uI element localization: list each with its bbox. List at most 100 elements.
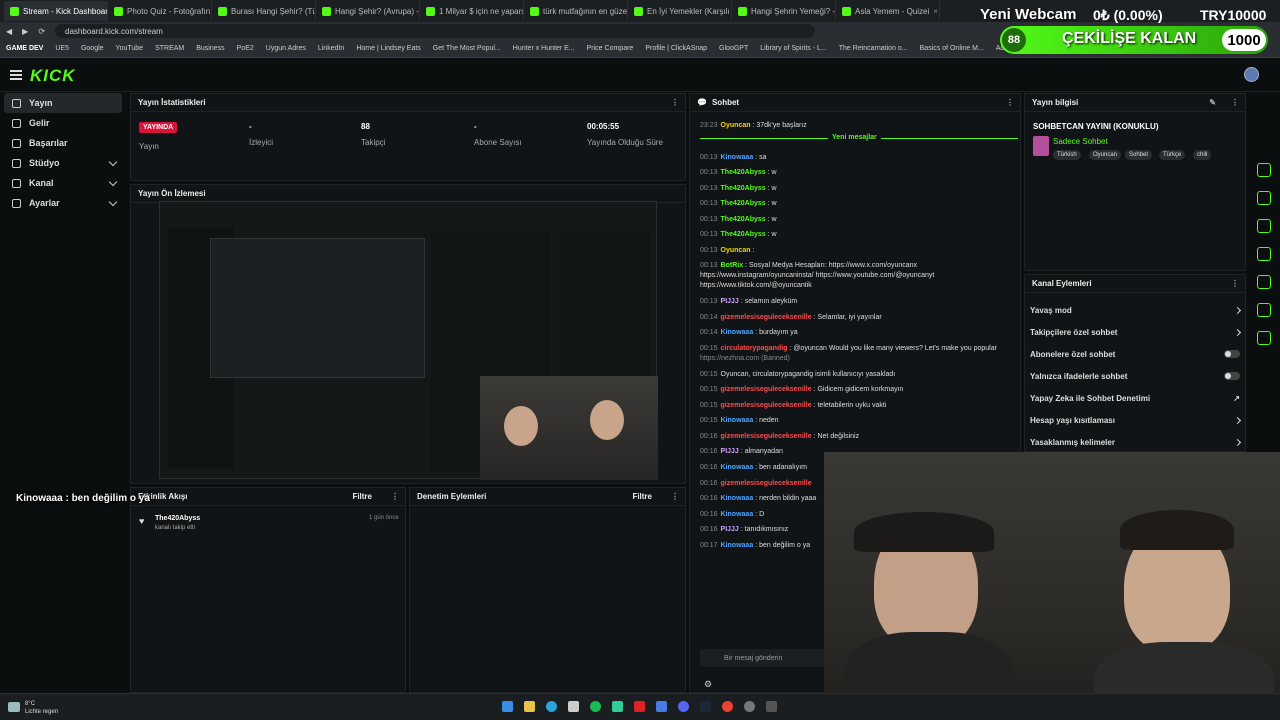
more-icon[interactable]: ⋮: [1006, 98, 1014, 107]
chat-username[interactable]: PIJJJ: [721, 526, 739, 533]
chat-username[interactable]: The420Abyss: [721, 231, 766, 238]
browser-tab[interactable]: türk mutfağının en güzel×: [524, 1, 628, 21]
channel-action-row[interactable]: Yavaş mod: [1030, 301, 1242, 319]
chat-username[interactable]: The420Abyss: [721, 185, 766, 192]
browser-tab[interactable]: Burası Hangi Şehir? (Türk×: [212, 1, 316, 21]
browser-tab[interactable]: Stream - Kick Dashboard×: [4, 1, 108, 21]
bookmark-item[interactable]: GlooGPT: [719, 45, 748, 52]
sidebar-item-yayın[interactable]: Yayın: [4, 93, 122, 113]
sidebar-item-kanal[interactable]: Kanal: [4, 173, 122, 193]
app-icon[interactable]: [634, 701, 645, 712]
tool-icon[interactable]: [1257, 163, 1271, 177]
obs-icon[interactable]: [744, 701, 755, 712]
stream-preview-video[interactable]: [159, 201, 658, 480]
hammer-icon[interactable]: [1257, 331, 1271, 345]
chat-username[interactable]: gizemelesiseguleceksenille: [721, 386, 812, 393]
browser-tab[interactable]: Hangi Şehir? (Avrupa) - Q×: [316, 1, 420, 21]
chat-username[interactable]: Kinowaaa: [721, 464, 754, 471]
filter-button[interactable]: Filtre: [352, 492, 372, 501]
explorer-icon[interactable]: [524, 701, 535, 712]
more-icon[interactable]: ⋮: [671, 492, 679, 501]
chat-username[interactable]: gizemelesiseguleceksenille: [721, 433, 812, 440]
channel-action-row[interactable]: Yapay Zeka ile Sohbet Denetimi ↗: [1030, 389, 1240, 407]
channel-action-row[interactable]: Takipçilere özel sohbet: [1030, 323, 1242, 341]
chat-username[interactable]: Kinowaaa: [721, 495, 754, 502]
bookmark-item[interactable]: PoE2: [237, 45, 254, 52]
reload-icon[interactable]: ⟳: [38, 27, 45, 36]
more-icon[interactable]: ⋮: [1231, 98, 1239, 107]
bookmark-item[interactable]: Uygun Adres: [266, 45, 306, 52]
channel-action-row[interactable]: Hesap yaşı kısıtlaması: [1030, 411, 1242, 429]
menu-icon[interactable]: [10, 70, 22, 80]
chat-username[interactable]: PIJJJ: [721, 448, 739, 455]
chat-username[interactable]: BotRix: [721, 262, 744, 269]
bookmark-item[interactable]: UE5: [55, 45, 69, 52]
browser-tab[interactable]: Asla Yemem - Quizei ×: [836, 1, 940, 21]
chat-username[interactable]: Oyuncan: [721, 122, 751, 129]
steam-icon[interactable]: [700, 701, 711, 712]
bookmark-item[interactable]: Get The Most Popul...: [433, 45, 501, 52]
close-icon[interactable]: ×: [933, 7, 938, 16]
bookmark-item[interactable]: Home | Lindsey Eats: [356, 45, 420, 52]
filter-button[interactable]: Filtre: [632, 492, 652, 501]
card-icon[interactable]: [1257, 219, 1271, 233]
start-icon[interactable]: [502, 701, 513, 712]
chat-bubble-icon[interactable]: [1257, 247, 1271, 261]
bookmark-item[interactable]: GAME DEV: [6, 45, 43, 52]
chat-username[interactable]: Kinowaaa: [721, 542, 754, 549]
bookmark-item[interactable]: Price Compare: [587, 45, 634, 52]
bookmark-item[interactable]: The Reincarnation o...: [839, 45, 908, 52]
chat-username[interactable]: PIJJJ: [721, 298, 739, 305]
spotify-icon[interactable]: [590, 701, 601, 712]
bolt-icon[interactable]: [1257, 191, 1271, 205]
bookmark-item[interactable]: LinkedIn: [318, 45, 344, 52]
browser-tab[interactable]: En İyi Yemekler (Karşılı×: [628, 1, 732, 21]
channel-action-row[interactable]: Abonelere özel sohbet: [1030, 345, 1240, 363]
chat-username[interactable]: circulatorypagandig: [721, 345, 788, 352]
bookmark-item[interactable]: Google: [81, 45, 104, 52]
chat-username[interactable]: gizemelesiseguleceksenille: [721, 480, 812, 487]
bookmark-item[interactable]: STREAM: [155, 45, 184, 52]
chat-username[interactable]: gizemelesiseguleceksenille: [721, 402, 812, 409]
sidebar-item-ayarlar[interactable]: Ayarlar: [4, 193, 122, 213]
bookmark-item[interactable]: Library of Spirits - L...: [760, 45, 827, 52]
toggle-switch[interactable]: [1224, 372, 1240, 380]
forward-icon[interactable]: ▶: [22, 27, 28, 36]
app-icon[interactable]: [766, 701, 777, 712]
chat-username[interactable]: The420Abyss: [721, 169, 766, 176]
pencil-icon[interactable]: [1257, 127, 1271, 141]
edit-icon[interactable]: ✎: [1209, 98, 1216, 107]
browser-tab[interactable]: Photo Quiz - Fotoğrafın k×: [108, 1, 212, 21]
browser-tab[interactable]: Hangi Şehrin Yemeği? - Q×: [732, 1, 836, 21]
chat-username[interactable]: Kinowaaa: [721, 154, 754, 161]
chat-username[interactable]: gizemelesiseguleceksenille: [721, 314, 812, 321]
discord-icon[interactable]: [678, 701, 689, 712]
back-icon[interactable]: ◀: [6, 27, 12, 36]
chat-username[interactable]: The420Abyss: [721, 216, 766, 223]
channel-action-row[interactable]: Yasaklanmış kelimeler: [1030, 433, 1242, 451]
url-input[interactable]: dashboard.kick.com/stream: [55, 24, 816, 38]
app-icon[interactable]: [656, 701, 667, 712]
browser-tab[interactable]: 1 Milyar $ için ne yapars×: [420, 1, 524, 21]
more-icon[interactable]: ⋮: [391, 492, 399, 501]
link-icon[interactable]: [1257, 275, 1271, 289]
bookmark-item[interactable]: Business: [196, 45, 224, 52]
chat-username[interactable]: Kinowaaa: [721, 417, 754, 424]
app-icon[interactable]: [612, 701, 623, 712]
sidebar-item-başarılar[interactable]: Başarılar: [4, 133, 122, 153]
channel-action-row[interactable]: Yalnızca ifadelerle sohbet: [1030, 367, 1240, 385]
avatar[interactable]: [1244, 67, 1259, 82]
sidebar-item-stüdyo[interactable]: Stüdyo: [4, 153, 122, 173]
store-icon[interactable]: [568, 701, 579, 712]
kick-logo[interactable]: KICK: [30, 66, 76, 86]
chat-username[interactable]: The420Abyss: [721, 200, 766, 207]
toggle-switch[interactable]: [1224, 350, 1240, 358]
more-icon[interactable]: ⋮: [1231, 279, 1239, 288]
chat-username[interactable]: Kinowaaa: [721, 511, 754, 518]
chrome-icon[interactable]: [722, 701, 733, 712]
settings-icon[interactable]: ⚙: [704, 679, 712, 690]
more-icon[interactable]: ⋮: [671, 98, 679, 107]
stream-category[interactable]: Sadece Sohbet: [1053, 137, 1108, 146]
bookmark-item[interactable]: Hunter x Hunter E...: [513, 45, 575, 52]
sidebar-item-gelir[interactable]: Gelir: [4, 113, 122, 133]
